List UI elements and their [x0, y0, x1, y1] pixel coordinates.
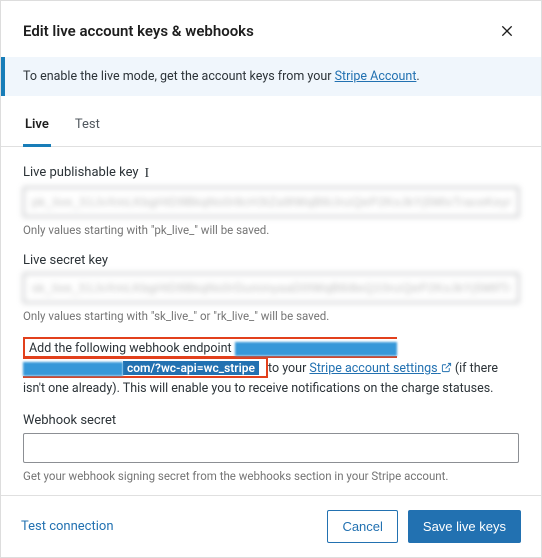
secret-key-label: Live secret key: [23, 253, 519, 268]
modal-footer: Test connection Cancel Save live keys: [1, 495, 541, 557]
banner-text-post: .: [416, 69, 419, 84]
webhook-secret-helper: Get your webhook signing secret from the…: [23, 469, 519, 483]
field-secret-key: Live secret key Only values starting wit…: [23, 253, 519, 323]
modal-title: Edit live account keys & webhooks: [23, 22, 254, 40]
webhook-secret-label: Webhook secret: [23, 413, 519, 428]
cancel-button[interactable]: Cancel: [327, 510, 397, 543]
secret-key-input[interactable]: [23, 273, 519, 303]
webhook-url-visible: com/?wc-api=wc_stripe: [123, 361, 259, 375]
stripe-settings-link[interactable]: Stripe account settings: [309, 361, 451, 376]
close-button[interactable]: [495, 19, 519, 43]
field-webhook-secret: Webhook secret Get your webhook signing …: [23, 413, 519, 483]
modal-body: Live publishable keyI Only values starti…: [1, 147, 541, 495]
footer-actions: Cancel Save live keys: [327, 510, 521, 543]
webhook-text-pre: Add the following webhook endpoint: [29, 341, 235, 356]
stripe-account-link[interactable]: Stripe Account: [335, 69, 417, 84]
redacted-domain-1: [235, 342, 397, 356]
redacted-domain-2: [23, 362, 123, 376]
info-banner: To enable the live mode, get the account…: [1, 57, 541, 96]
webhook-instructions: Add the following webhook endpoint com/?…: [23, 339, 519, 399]
publishable-key-input[interactable]: [23, 187, 519, 217]
webhook-secret-input[interactable]: [23, 433, 519, 463]
stripe-keys-modal: Edit live account keys & webhooks To ena…: [0, 0, 542, 558]
secret-key-helper: Only values starting with "sk_live_" or …: [23, 309, 519, 323]
external-link-icon: [441, 362, 452, 373]
publishable-key-helper: Only values starting with "pk_live_" wil…: [23, 223, 519, 237]
text-cursor-icon: I: [145, 166, 150, 182]
tab-bar: Live Test: [1, 104, 541, 147]
tab-live[interactable]: Live: [23, 105, 51, 147]
save-button[interactable]: Save live keys: [408, 510, 521, 543]
test-connection-link[interactable]: Test connection: [21, 519, 114, 534]
publishable-key-label: Live publishable keyI: [23, 165, 519, 182]
close-icon: [499, 23, 515, 39]
field-publishable-key: Live publishable keyI Only values starti…: [23, 165, 519, 237]
webhook-text-mid: to your: [268, 361, 309, 376]
modal-header: Edit live account keys & webhooks: [1, 1, 541, 53]
tab-test[interactable]: Test: [73, 105, 102, 147]
banner-text-pre: To enable the live mode, get the account…: [23, 69, 335, 84]
